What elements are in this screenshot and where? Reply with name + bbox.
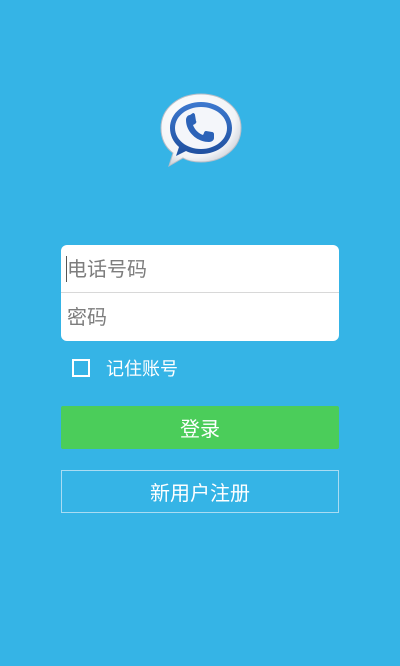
- phone-number-input[interactable]: [61, 245, 339, 292]
- login-form: [61, 245, 339, 341]
- login-screen: 记住账号 登录 新用户注册: [0, 0, 400, 666]
- phone-chat-bubble-icon: [160, 93, 242, 168]
- new-user-register-button[interactable]: 新用户注册: [61, 470, 339, 513]
- remember-account-checkbox[interactable]: [72, 359, 90, 377]
- login-button[interactable]: 登录: [61, 406, 339, 449]
- remember-account-label: 记住账号: [106, 359, 178, 380]
- password-input[interactable]: [61, 293, 339, 340]
- app-logo: [157, 90, 245, 170]
- text-cursor: [66, 256, 67, 282]
- remember-account-row[interactable]: 记住账号: [72, 356, 178, 380]
